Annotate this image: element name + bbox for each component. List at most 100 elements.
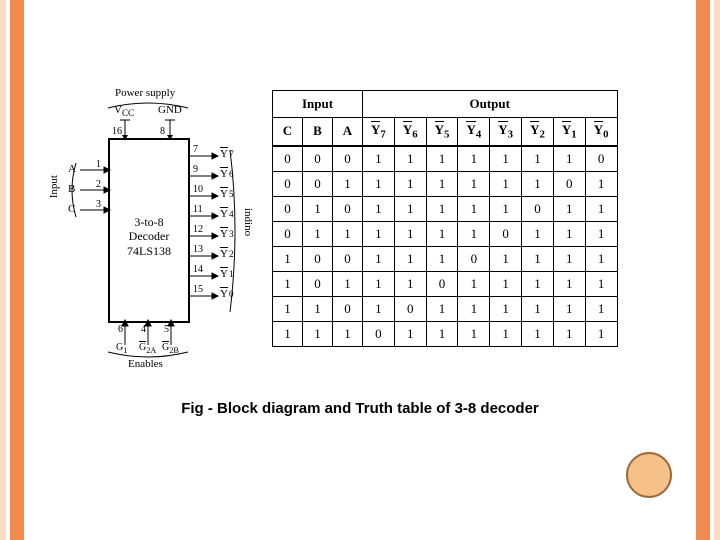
- cell: 0: [333, 246, 363, 271]
- cell: 0: [458, 246, 490, 271]
- input-label-C: C: [68, 203, 75, 215]
- cell: 1: [426, 296, 458, 321]
- cell: 1: [553, 196, 585, 221]
- cell: 1: [303, 296, 333, 321]
- cell: 1: [273, 321, 303, 346]
- input-side-label: Input: [48, 175, 60, 198]
- input-label-A: A: [68, 163, 76, 175]
- cell: 1: [458, 271, 490, 296]
- chip-label-line1: 3-to-8: [134, 215, 163, 229]
- cell: 0: [333, 196, 363, 221]
- cell: 1: [522, 321, 554, 346]
- output-label-y4: Y4: [220, 208, 234, 220]
- cell: 1: [458, 146, 490, 172]
- cell: 1: [522, 271, 554, 296]
- cell: 1: [333, 171, 363, 196]
- output-pin-6: 9: [193, 164, 198, 175]
- cell: 1: [553, 296, 585, 321]
- col-header-y6: Y6: [394, 118, 426, 146]
- cell: 1: [490, 296, 522, 321]
- cell: 0: [273, 171, 303, 196]
- output-pin-1: 14: [193, 264, 203, 275]
- cell: 1: [585, 246, 617, 271]
- slide-border-inner-left: [10, 0, 24, 540]
- cell: 1: [426, 321, 458, 346]
- cell: 0: [333, 296, 363, 321]
- cell: 1: [458, 196, 490, 221]
- cell: 1: [394, 321, 426, 346]
- cell: 1: [273, 296, 303, 321]
- enables-label: Enables: [128, 358, 163, 370]
- cell: 1: [303, 196, 333, 221]
- input-pin-B: 2: [96, 179, 101, 190]
- output-label-y2: Y2: [220, 248, 234, 260]
- gnd-label: GND: [158, 104, 182, 116]
- table-row: 10011101111: [273, 246, 618, 271]
- cell: 1: [333, 321, 363, 346]
- output-label-y6: Y6: [220, 168, 234, 180]
- cell: 1: [303, 321, 333, 346]
- output-pin-2: 13: [193, 244, 203, 255]
- col-header-y4: Y4: [458, 118, 490, 146]
- enable-pin-1: 6: [118, 324, 123, 335]
- slide-border-inner-right: [696, 0, 710, 540]
- enable-label-1: G1: [116, 342, 127, 355]
- enable-pin-2A: 4: [141, 324, 146, 335]
- output-label-y1: Y1: [220, 268, 234, 280]
- col-header-y7: Y7: [363, 118, 395, 146]
- cell: 1: [426, 171, 458, 196]
- col-header-y0: Y0: [585, 118, 617, 146]
- cell: 1: [303, 221, 333, 246]
- cell: 1: [426, 221, 458, 246]
- cell: 1: [553, 321, 585, 346]
- col-header-y5: Y5: [426, 118, 458, 146]
- cell: 1: [585, 221, 617, 246]
- cell: 1: [585, 271, 617, 296]
- output-label-y3: Y3: [220, 228, 234, 240]
- output-pin-5: 10: [193, 184, 203, 195]
- cell: 0: [394, 296, 426, 321]
- cell: 1: [394, 246, 426, 271]
- gnd-pin: 8: [160, 126, 165, 137]
- cell: 1: [490, 146, 522, 172]
- cell: 1: [426, 146, 458, 172]
- cell: 1: [458, 321, 490, 346]
- cell: 1: [490, 246, 522, 271]
- table-row: 11101111111: [273, 321, 618, 346]
- cell: 1: [363, 171, 395, 196]
- cell: 1: [394, 171, 426, 196]
- input-pin-A: 1: [96, 159, 101, 170]
- figure-caption: Fig - Block diagram and Truth table of 3…: [30, 400, 690, 417]
- table-row: 10111011111: [273, 271, 618, 296]
- cell: 1: [273, 246, 303, 271]
- cell: 0: [522, 196, 554, 221]
- cell: 1: [490, 271, 522, 296]
- cell: 1: [553, 221, 585, 246]
- table-row: 00111111101: [273, 171, 618, 196]
- cell: 1: [426, 246, 458, 271]
- cell: 1: [426, 196, 458, 221]
- truth-table: Input Output CBAY7Y6Y5Y4Y3Y2Y1Y0 0001111…: [272, 90, 618, 347]
- table-row: 01111110111: [273, 221, 618, 246]
- slide-border-outer-right: [714, 0, 720, 540]
- cell: 1: [394, 196, 426, 221]
- enable-pin-2B: 5: [164, 324, 169, 335]
- cell: 1: [363, 271, 395, 296]
- output-label-y0: Y0: [220, 288, 234, 300]
- cell: 1: [553, 146, 585, 172]
- cell: 0: [303, 246, 333, 271]
- cell: 1: [363, 296, 395, 321]
- cell: 1: [363, 196, 395, 221]
- table-row: 00011111110: [273, 146, 618, 172]
- cell: 0: [333, 146, 363, 172]
- circle-decoration: [626, 452, 672, 498]
- cell: 1: [522, 246, 554, 271]
- cell: 0: [490, 221, 522, 246]
- cell: 1: [458, 221, 490, 246]
- cell: 1: [363, 246, 395, 271]
- cell: 1: [458, 296, 490, 321]
- chip-label-line2: Decoder: [129, 229, 170, 243]
- input-label-B: B: [68, 183, 75, 195]
- col-header-y3: Y3: [490, 118, 522, 146]
- col-header-y1: Y1: [553, 118, 585, 146]
